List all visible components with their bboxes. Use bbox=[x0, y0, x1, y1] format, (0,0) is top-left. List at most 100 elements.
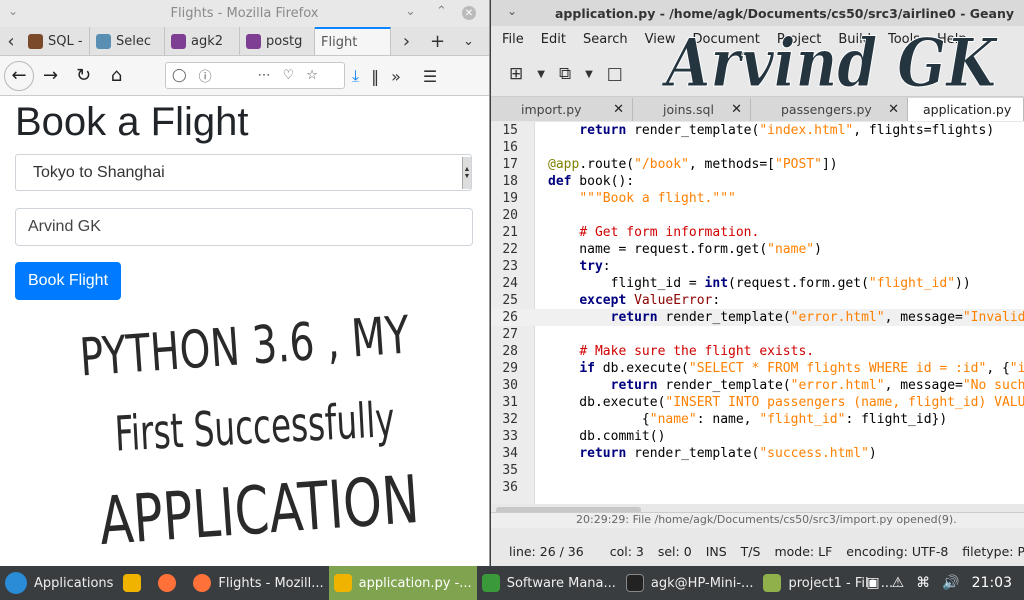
handwriting-line-2: First Successfully bbox=[113, 392, 396, 463]
close-tab-icon[interactable]: ✕ bbox=[888, 102, 899, 117]
menu-search[interactable]: Search bbox=[583, 32, 628, 47]
code-line[interactable]: 31 db.execute("INSERT INTO passengers (n… bbox=[491, 394, 1024, 411]
close-window-icon[interactable]: ✕ bbox=[462, 6, 476, 20]
browser-tab-active[interactable]: Flight bbox=[315, 27, 391, 55]
browser-tab[interactable]: postg bbox=[240, 27, 315, 55]
code-line[interactable]: 35 bbox=[491, 462, 1024, 479]
browser-tab[interactable]: agk2 bbox=[165, 27, 240, 55]
forward-icon[interactable]: → bbox=[34, 59, 67, 92]
window-menu-chevron-icon[interactable]: ⌄ bbox=[8, 4, 18, 18]
message-window: 20:29:29: File /home/agk/Documents/cs50/… bbox=[491, 512, 1024, 528]
task-firefox[interactable]: Flights - Mozill... bbox=[188, 566, 328, 600]
volume-icon[interactable]: 🔊 bbox=[942, 575, 959, 591]
menu-file[interactable]: File bbox=[502, 32, 524, 47]
menu-edit[interactable]: Edit bbox=[541, 32, 566, 47]
page-actions-icon[interactable]: ⋯ bbox=[258, 68, 271, 83]
code-line[interactable]: 25 except ValueError: bbox=[491, 292, 1024, 309]
code-line[interactable]: 16 bbox=[491, 139, 1024, 156]
name-input[interactable]: Arvind GK bbox=[15, 208, 473, 246]
folder-icon bbox=[763, 574, 782, 592]
list-all-tabs-icon[interactable]: ⌄ bbox=[453, 27, 484, 55]
reload-icon[interactable]: ↻ bbox=[67, 59, 100, 92]
code-line[interactable]: 15 return render_template("index.html", … bbox=[491, 122, 1024, 139]
editor-tab-label: joins.sql bbox=[663, 102, 714, 117]
page-title: Book a Flight bbox=[15, 100, 249, 144]
handwriting-line-1: PYTHON 3.6 , MY bbox=[78, 306, 412, 389]
maximize-icon[interactable]: ⌃ bbox=[436, 4, 447, 19]
code-line[interactable]: 24 flight_id = int(request.form.get("fli… bbox=[491, 275, 1024, 292]
browser-tab[interactable]: Selec bbox=[90, 27, 165, 55]
url-bar[interactable]: ◯ ⓘ ⋯ ♡ ☆ bbox=[165, 62, 345, 89]
geany-statusbar: line: 26 / 36 col: 3 sel: 0 INS T/S mode… bbox=[491, 537, 1024, 566]
applications-menu-button[interactable]: Applications bbox=[0, 566, 118, 600]
scroll-tabs-left-icon[interactable]: ‹ bbox=[0, 27, 22, 55]
task-geany[interactable]: application.py -... bbox=[328, 566, 477, 600]
code-line[interactable]: 34 return render_template("success.html"… bbox=[491, 445, 1024, 462]
scroll-tabs-right-icon[interactable]: › bbox=[391, 27, 422, 55]
line-number: 27 bbox=[502, 327, 518, 342]
launcher-firefox[interactable] bbox=[153, 566, 188, 600]
line-number: 20 bbox=[502, 208, 518, 223]
code-line[interactable]: 23 try: bbox=[491, 258, 1024, 275]
code-line[interactable]: 21 # Get form information. bbox=[491, 224, 1024, 241]
window-menu-chevron-icon[interactable]: ⌄ bbox=[507, 4, 517, 18]
library-icon[interactable]: ‖ bbox=[371, 67, 379, 86]
code-line[interactable]: 22 name = request.form.get("name") bbox=[491, 241, 1024, 258]
warning-icon[interactable]: ⚠ bbox=[892, 575, 905, 591]
flight-select-value: Tokyo to Shanghai bbox=[33, 163, 165, 181]
new-tab-icon[interactable]: + bbox=[422, 27, 453, 55]
code-line[interactable]: 27 bbox=[491, 326, 1024, 343]
line-number: 30 bbox=[502, 378, 518, 393]
back-icon[interactable]: ← bbox=[4, 60, 34, 91]
code-line[interactable]: 17 @app.route("/book", methods=["POST"]) bbox=[491, 156, 1024, 173]
code-line[interactable]: 33 db.commit() bbox=[491, 428, 1024, 445]
close-tab-icon[interactable]: ✕ bbox=[613, 102, 624, 117]
shield-icon[interactable]: ◯ bbox=[172, 68, 187, 83]
flight-select[interactable]: Tokyo to Shanghai ▲ ▼ bbox=[15, 154, 472, 191]
hamburger-menu-icon[interactable]: ☰ bbox=[423, 67, 437, 86]
code-line[interactable]: 20 bbox=[491, 207, 1024, 224]
launcher-geany[interactable] bbox=[118, 566, 153, 600]
chip-icon[interactable]: ▣ bbox=[866, 575, 879, 591]
browser-tab[interactable]: SQL - bbox=[22, 27, 90, 55]
line-number: 25 bbox=[502, 293, 518, 308]
pocket-icon[interactable]: ♡ bbox=[283, 68, 295, 83]
save-icon[interactable]: □ bbox=[607, 64, 623, 84]
home-icon[interactable]: ⌂ bbox=[100, 59, 133, 92]
tab-label: postg bbox=[266, 33, 303, 49]
code-text: return render_template("error.html", mes… bbox=[610, 310, 1024, 325]
code-text: return render_template("index.html", fli… bbox=[579, 123, 995, 138]
task-software-manager[interactable]: Software Mana... bbox=[477, 566, 621, 600]
info-icon[interactable]: ⓘ bbox=[199, 66, 212, 85]
wifi-icon[interactable]: ⌘ bbox=[916, 575, 930, 591]
clock[interactable]: 21:03 bbox=[972, 575, 1012, 591]
open-file-dropdown-icon[interactable]: ▼ bbox=[585, 69, 593, 80]
open-file-icon[interactable]: ⧉ bbox=[559, 64, 571, 84]
select-arrow-icon[interactable]: ▲ ▼ bbox=[462, 157, 471, 189]
code-line[interactable]: 26 return render_template("error.html", … bbox=[491, 309, 1024, 326]
editor-tab[interactable]: import.py ✕ bbox=[491, 98, 633, 121]
code-line[interactable]: 19 """Book a flight.""" bbox=[491, 190, 1024, 207]
close-tab-icon[interactable]: ✕ bbox=[731, 102, 742, 117]
editor-tab-label: import.py bbox=[521, 102, 582, 117]
code-text: return render_template("error.html", mes… bbox=[610, 378, 1024, 393]
new-file-dropdown-icon[interactable]: ▼ bbox=[537, 69, 545, 80]
overflow-menu-icon[interactable]: » bbox=[391, 67, 401, 86]
code-text: flight_id = int(request.form.get("flight… bbox=[548, 276, 971, 291]
code-line[interactable]: 30 return render_template("error.html", … bbox=[491, 377, 1024, 394]
task-terminal[interactable]: agk@HP-Mini-... bbox=[621, 566, 759, 600]
new-file-icon[interactable]: ⊞ bbox=[509, 64, 523, 84]
downloads-icon[interactable]: ⤓ bbox=[352, 66, 359, 86]
minimize-icon[interactable]: ⌄ bbox=[405, 4, 416, 19]
code-editor[interactable]: 15 return render_template("index.html", … bbox=[491, 122, 1024, 504]
code-line[interactable]: 29 if db.execute("SELECT * FROM flights … bbox=[491, 360, 1024, 377]
code-line[interactable]: 36 bbox=[491, 479, 1024, 496]
code-line[interactable]: 18 def book(): bbox=[491, 173, 1024, 190]
bookmark-star-icon[interactable]: ☆ bbox=[306, 68, 318, 83]
code-line[interactable]: 28 # Make sure the flight exists. bbox=[491, 343, 1024, 360]
task-label: application.py -... bbox=[358, 575, 472, 591]
firefox-icon bbox=[158, 574, 177, 592]
line-number: 16 bbox=[502, 140, 518, 155]
line-number: 15 bbox=[502, 123, 518, 138]
code-line[interactable]: 32 {"name": name, "flight_id": flight_id… bbox=[491, 411, 1024, 428]
